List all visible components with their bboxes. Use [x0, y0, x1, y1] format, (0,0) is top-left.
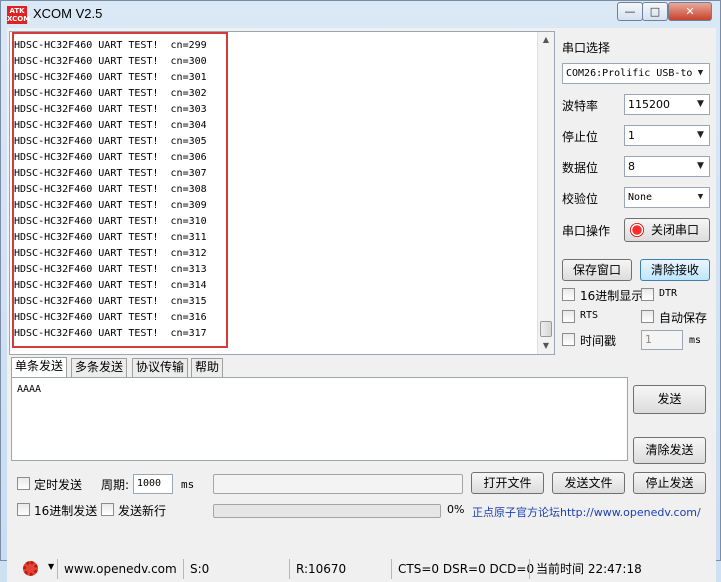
status-bar: ▼ www.openedv.com S:0 R:10670 CTS=0 DSR=… [7, 555, 716, 582]
dtr-label: DTR [659, 288, 678, 299]
port-label: 串口选择 [562, 41, 611, 55]
timed-send-checkbox[interactable] [17, 477, 30, 490]
timestamp-ms-label: ms [689, 335, 702, 346]
tab-protocol[interactable]: 协议传输 [132, 358, 189, 377]
close-port-button[interactable]: 关闭串口 [624, 218, 710, 242]
port-value: COM26:Prolific USB-to [566, 68, 693, 79]
forum-link[interactable]: 正点原子官方论坛http://www.openedv.com/ [472, 504, 701, 520]
scroll-thumb[interactable] [540, 321, 552, 337]
clear-receive-button[interactable]: 清除接收 [640, 259, 710, 281]
title-bar: ATK XCOM XCOM V2.5 — □ ✕ [1, 1, 720, 28]
rts-label: RTS [580, 310, 599, 321]
rts-checkbox[interactable] [562, 310, 575, 323]
window-title: XCOM V2.5 [33, 6, 103, 21]
hex-display-checkbox[interactable] [562, 288, 575, 301]
newline-checkbox[interactable] [101, 503, 114, 516]
baud-select[interactable]: 115200 ▼ [624, 94, 710, 115]
data-bits-select[interactable]: 8 ▼ [624, 156, 710, 177]
tab-single-send[interactable]: 单条发送 [11, 357, 68, 377]
app-window: ATK XCOM XCOM V2.5 — □ ✕ HDSC-HC32F460 UA… [0, 0, 721, 582]
receive-scrollbar[interactable]: ▲ ▼ [537, 32, 554, 354]
scroll-down-icon[interactable]: ▼ [538, 338, 554, 354]
open-file-button[interactable]: 打开文件 [471, 472, 544, 494]
auto-save-checkbox[interactable] [641, 310, 654, 323]
parity-value: None [628, 192, 653, 203]
chevron-down-icon: ▼ [697, 130, 704, 140]
parity-label: 校验位 [562, 192, 599, 206]
hex-display-label: 16进制显示 [580, 289, 644, 303]
send-button[interactable]: 发送 [633, 385, 706, 414]
baud-value: 115200 [628, 98, 670, 111]
chevron-down-icon: ▼ [697, 68, 704, 78]
port-select[interactable]: COM26:Prolific USB-to ▼ [562, 63, 710, 84]
baud-label: 波特率 [562, 99, 599, 113]
chevron-down-icon[interactable]: ▼ [48, 562, 54, 571]
stop-bits-value: 1 [628, 129, 635, 142]
timed-send-label: 定时发送 [34, 478, 83, 492]
period-input[interactable]: 1000 [133, 474, 173, 494]
data-bits-label: 数据位 [562, 161, 599, 175]
send-textarea[interactable]: AAAA [11, 377, 628, 461]
parity-select[interactable]: None ▼ [624, 187, 710, 208]
status-sent: S:0 [183, 559, 289, 579]
hex-send-label: 16进制发送 [34, 504, 98, 518]
dtr-checkbox[interactable] [641, 288, 654, 301]
close-port-label: 关闭串口 [651, 223, 700, 237]
status-time: 当前时间 22:47:18 [529, 559, 642, 579]
progress-percent: 0% [447, 503, 465, 516]
timestamp-input[interactable]: 1 [641, 330, 683, 350]
chevron-down-icon: ▼ [697, 161, 704, 171]
status-lines: CTS=0 DSR=0 DCD=0 [391, 559, 534, 579]
auto-save-label: 自动保存 [659, 311, 708, 325]
data-bits-value: 8 [628, 160, 635, 173]
receive-area[interactable]: HDSC-HC32F460 UART TEST! cn=299 HDSC-HC32… [9, 31, 555, 355]
gear-icon[interactable] [23, 561, 38, 576]
stop-bits-select[interactable]: 1 ▼ [624, 125, 710, 146]
maximize-button[interactable]: □ [642, 2, 668, 21]
minimize-button[interactable]: — [617, 2, 643, 21]
stop-bits-label: 停止位 [562, 130, 599, 144]
timestamp-checkbox[interactable] [562, 333, 575, 346]
highlight-box [12, 32, 228, 348]
scroll-up-icon[interactable]: ▲ [538, 32, 554, 48]
hex-send-checkbox[interactable] [17, 503, 30, 516]
record-icon [630, 223, 644, 237]
client-area: HDSC-HC32F460 UART TEST! cn=299 HDSC-HC32… [7, 28, 716, 582]
period-label: 周期: [101, 478, 130, 492]
newline-label: 发送新行 [118, 504, 167, 518]
status-received: R:10670 [289, 559, 391, 579]
tab-help[interactable]: 帮助 [191, 358, 224, 377]
send-progress-bar [213, 504, 441, 518]
period-ms-label: ms [181, 478, 195, 491]
stop-send-button[interactable]: 停止发送 [633, 472, 706, 494]
settings-panel: 串口选择 COM26:Prolific USB-to ▼ 波特率 115200 ▼ … [561, 28, 715, 358]
close-button[interactable]: ✕ [668, 2, 712, 21]
app-logo: ATK XCOM [7, 6, 31, 24]
send-text: AAAA [17, 384, 42, 395]
chevron-down-icon: ▼ [697, 99, 704, 109]
status-url[interactable]: www.openedv.com [57, 559, 177, 579]
timestamp-label: 时间戳 [580, 334, 617, 348]
save-window-button[interactable]: 保存窗口 [562, 259, 632, 281]
blank-field [213, 474, 463, 494]
port-op-label: 串口操作 [562, 224, 611, 238]
chevron-down-icon: ▼ [697, 192, 704, 202]
tab-multi-send[interactable]: 多条发送 [71, 358, 128, 377]
send-file-button[interactable]: 发送文件 [552, 472, 625, 494]
clear-send-button[interactable]: 清除发送 [633, 437, 706, 464]
